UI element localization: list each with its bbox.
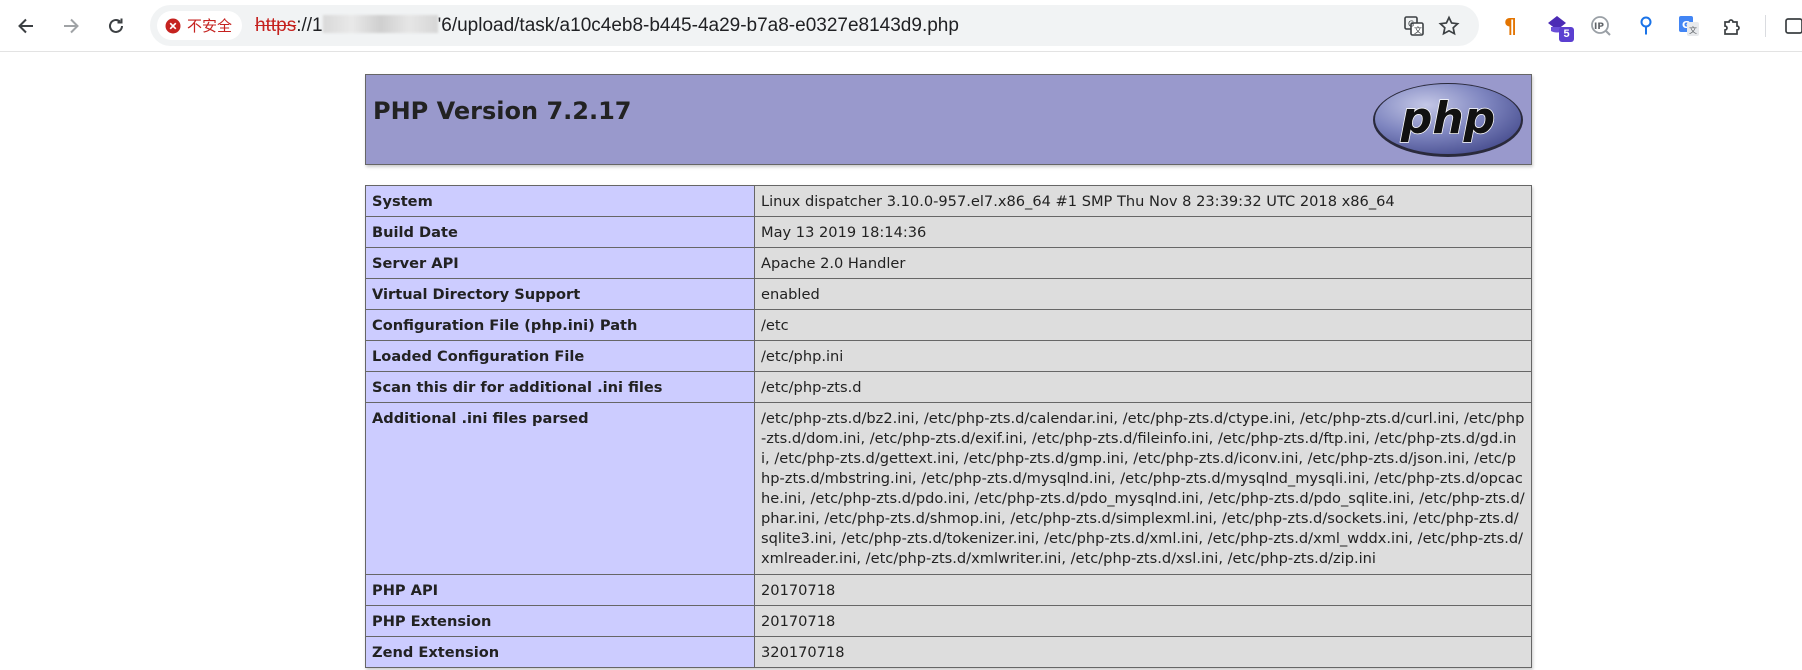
- star-icon: [1438, 15, 1460, 36]
- extension-google-translate[interactable]: G文: [1673, 10, 1705, 42]
- row-value: /etc/php-zts.d/bz2.ini, /etc/php-zts.d/c…: [754, 402, 1532, 575]
- row-value: Apache 2.0 Handler: [754, 247, 1532, 279]
- address-bar[interactable]: 不安全 https://1 '6/upload/task/a10c4eb8-b44…: [150, 5, 1479, 46]
- row-value: /etc/php-zts.d: [754, 371, 1532, 403]
- extension-badge: 5: [1559, 27, 1574, 42]
- table-row: Loaded Configuration File/etc/php.ini: [365, 340, 1532, 372]
- url-host-redacted: [322, 15, 438, 33]
- pilcrow-icon: ¶: [1504, 15, 1517, 37]
- svg-text:文: 文: [1689, 25, 1697, 35]
- table-row: PHP API 20170718: [365, 574, 1532, 606]
- side-panel-button[interactable]: [1778, 10, 1802, 42]
- ip-icon: IP: [1591, 16, 1611, 36]
- table-row: Virtual Directory Support enabled: [365, 278, 1532, 310]
- table-row: Additional .ini files parsed/etc/php-zts…: [365, 402, 1532, 575]
- back-button[interactable]: [8, 8, 44, 44]
- extensions-menu-button[interactable]: [1717, 10, 1749, 42]
- row-key: Configuration File (php.ini) Path: [365, 309, 755, 341]
- site-security-chip[interactable]: 不安全: [157, 11, 243, 40]
- php-logo[interactable]: php: [1371, 81, 1525, 159]
- table-row: Zend Extension 320170718: [365, 636, 1532, 668]
- svg-text:IP: IP: [1594, 22, 1604, 32]
- row-key: Loaded Configuration File: [365, 340, 755, 372]
- extension-pilcrow[interactable]: ¶: [1496, 10, 1528, 42]
- sidebar-icon: [1785, 18, 1802, 34]
- not-secure-icon: [165, 18, 181, 33]
- back-icon: [18, 18, 33, 34]
- row-key: Scan this dir for additional .ini files: [365, 371, 755, 403]
- row-key: Build Date: [365, 216, 755, 248]
- translate-icon: G文: [1404, 16, 1424, 36]
- table-row: PHP Extension 20170718: [365, 605, 1532, 637]
- table-row: System Linux dispatcher 3.10.0-957.el7.x8…: [365, 185, 1532, 217]
- google-translate-icon: G文: [1679, 16, 1699, 36]
- forward-icon: [64, 18, 79, 34]
- row-value: 320170718: [754, 636, 1532, 668]
- row-key: PHP API: [365, 574, 755, 606]
- extension-purple[interactable]: 5: [1541, 10, 1574, 42]
- browser-toolbar: 不安全 https://1 '6/upload/task/a10c4eb8-b44…: [0, 0, 1802, 52]
- forward-button[interactable]: [53, 8, 89, 44]
- row-value: enabled: [754, 278, 1532, 310]
- row-value: /etc: [754, 309, 1532, 341]
- row-value: /etc/php.ini: [754, 340, 1532, 372]
- svg-text:文: 文: [1414, 25, 1422, 35]
- url-path: '6/upload/task/a10c4eb8-b445-4a29-b7a8-e…: [437, 15, 959, 36]
- table-row: Build Date May 13 2019 18:14:36: [365, 216, 1532, 248]
- bookmark-button[interactable]: [1437, 14, 1461, 38]
- reload-button[interactable]: [98, 8, 134, 44]
- row-key: System: [365, 185, 755, 217]
- not-secure-label: 不安全: [187, 18, 233, 35]
- extension-location[interactable]: [1630, 10, 1662, 42]
- translate-button[interactable]: G文: [1402, 14, 1426, 38]
- puzzle-icon: [1724, 19, 1740, 35]
- reload-icon: [109, 18, 123, 33]
- row-value: May 13 2019 18:14:36: [754, 216, 1532, 248]
- page-title: PHP Version 7.2.17: [373, 97, 632, 125]
- php-logo-text: php: [1400, 93, 1495, 144]
- row-key: PHP Extension: [365, 605, 755, 637]
- phpinfo-page: PHP Version 7.2.17 php System Linux dispa…: [365, 74, 1532, 668]
- row-key: Server API: [365, 247, 755, 279]
- table-row: Server API Apache 2.0 Handler: [365, 247, 1532, 279]
- toolbar-divider: [1765, 15, 1766, 37]
- row-key: Zend Extension: [365, 636, 755, 668]
- url-separator: ://: [296, 15, 313, 36]
- php-info-table: System Linux dispatcher 3.10.0-957.el7.x8…: [365, 185, 1532, 668]
- row-value: 20170718: [754, 574, 1532, 606]
- svg-text:¶: ¶: [1504, 15, 1517, 37]
- extension-ip[interactable]: IP: [1585, 10, 1617, 42]
- url-host-prefix: 1: [312, 15, 323, 36]
- table-row: Configuration File (php.ini) Path/etc: [365, 309, 1532, 341]
- row-key: Additional .ini files parsed: [365, 402, 755, 575]
- url-text[interactable]: https://1 '6/upload/task/a10c4eb8-b445-4a…: [255, 5, 959, 46]
- location-pin-icon: [1640, 16, 1652, 35]
- row-value: 20170718: [754, 605, 1532, 637]
- url-scheme: https: [255, 15, 297, 36]
- row-value: Linux dispatcher 3.10.0-957.el7.x86_64 #…: [754, 185, 1532, 217]
- table-row: Scan this dir for additional .ini files /…: [365, 371, 1532, 403]
- row-key: Virtual Directory Support: [365, 278, 755, 310]
- php-version-header: PHP Version 7.2.17 php: [365, 74, 1532, 165]
